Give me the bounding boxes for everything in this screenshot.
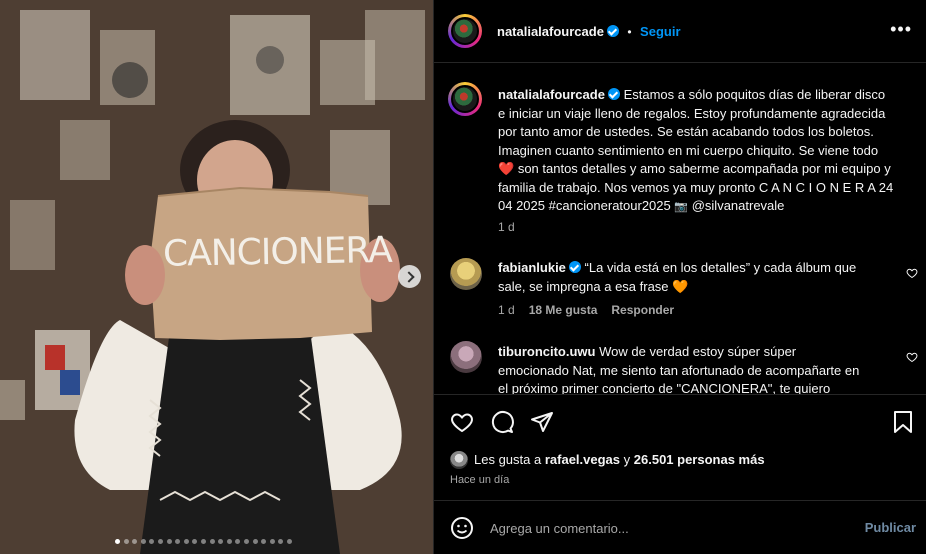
author-username[interactable]: natalialafourcade [497, 24, 604, 39]
post-panel: natalialafourcade • Seguir ••• nataliala… [433, 0, 926, 554]
comment-time: 1 d [498, 303, 515, 317]
verified-badge-icon [607, 88, 620, 100]
reply-button[interactable]: Responder [611, 303, 674, 317]
likes-conjunction: y [623, 452, 631, 467]
more-dots-icon[interactable]: ••• [890, 20, 912, 38]
liker-avatar[interactable] [450, 451, 468, 469]
comment-composer: Publicar [434, 500, 926, 554]
carousel-dot [209, 539, 215, 544]
verified-badge-icon [606, 25, 619, 37]
emoji-smiley-icon[interactable] [450, 516, 474, 540]
camera-emoji-icon: 📷 [674, 201, 689, 213]
comment-bubble-icon[interactable] [490, 410, 514, 434]
publish-button[interactable]: Publicar [865, 520, 916, 535]
carousel-dot [226, 539, 232, 544]
comments-section[interactable]: natalialafourcade Estamos a sólo poquito… [434, 64, 926, 394]
comment-username[interactable]: fabianlukie [498, 260, 566, 275]
orange-heart-emoji-icon: 🧡 [672, 278, 689, 294]
carousel-dot [286, 539, 292, 544]
post-photo-illustration [0, 0, 433, 554]
comment-tiburoncito: tiburoncito.uwu Wow de verdad estoy súpe… [498, 343, 868, 394]
sign-text: CANCIONERA [162, 229, 392, 275]
posted-time[interactable]: Hace un día [450, 474, 509, 486]
caption-time: 1 d [498, 220, 515, 234]
caption-avatar[interactable] [448, 82, 482, 116]
carousel-indicator [115, 531, 295, 544]
author-avatar[interactable] [448, 14, 482, 48]
like-comment-heart-icon[interactable] [906, 267, 918, 279]
caption: natalialafourcade Estamos a sólo poquito… [498, 86, 894, 217]
next-image-button[interactable] [398, 265, 421, 288]
commenter-avatar[interactable] [450, 341, 482, 373]
separator-dot: • [627, 25, 632, 39]
carousel-dot [183, 539, 189, 544]
comment-input[interactable] [488, 516, 832, 540]
like-comment-heart-icon[interactable] [906, 351, 918, 363]
red-heart-emoji-icon: ❤️ [498, 161, 515, 176]
save-bookmark-icon[interactable] [892, 410, 914, 434]
carousel-dot [157, 539, 163, 544]
post-image[interactable]: CANCIONERA [0, 0, 433, 554]
likes-summary: Les gusta a rafael.vegas y 26.501 person… [450, 451, 765, 469]
likes-prefix: Les gusta a [474, 452, 542, 467]
comment-fabianlukie: fabianlukie “La vida está en los detalle… [498, 259, 868, 296]
carousel-dot [166, 539, 172, 544]
comment-username[interactable]: tiburoncito.uwu [498, 344, 595, 359]
carousel-dot [140, 539, 146, 544]
mention-link[interactable]: @silvanatrevale [692, 198, 785, 213]
comment-likes[interactable]: 18 Me gusta [529, 303, 598, 317]
comment-meta: 1 d 18 Me gusta Responder [498, 303, 674, 317]
carousel-dot [123, 539, 129, 544]
carousel-dot [115, 539, 120, 544]
carousel-dot [269, 539, 275, 544]
like-heart-icon[interactable] [450, 410, 474, 434]
share-send-icon[interactable] [530, 410, 554, 434]
commenter-avatar[interactable] [450, 258, 482, 290]
carousel-dot [243, 539, 249, 544]
carousel-dot [200, 539, 206, 544]
post-header: natalialafourcade • Seguir ••• [434, 0, 926, 63]
caption-username[interactable]: natalialafourcade [498, 87, 605, 102]
liker-username[interactable]: rafael.vegas [545, 452, 620, 467]
action-bar: Les gusta a rafael.vegas y 26.501 person… [434, 394, 926, 504]
follow-button[interactable]: Seguir [640, 24, 680, 39]
verified-badge-icon [568, 261, 581, 273]
carousel-dot [252, 539, 258, 544]
likes-count[interactable]: 26.501 personas más [634, 452, 765, 467]
